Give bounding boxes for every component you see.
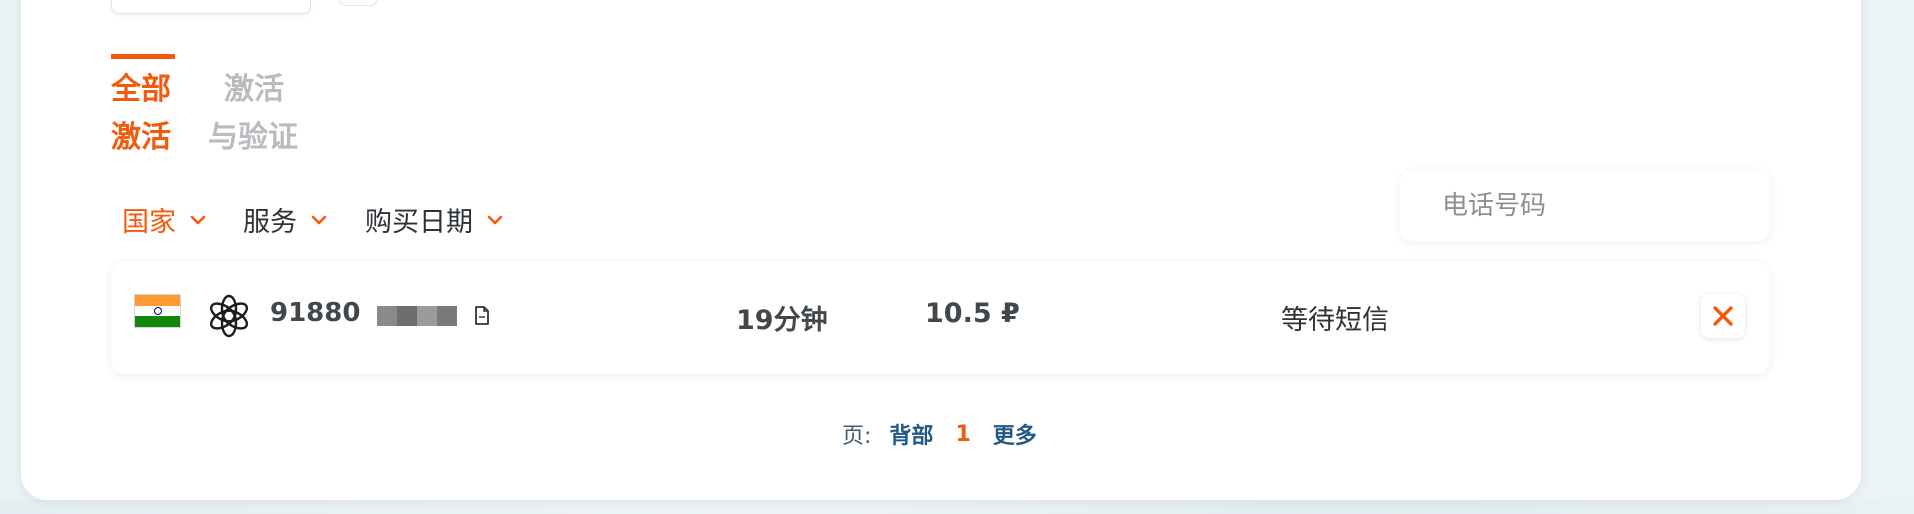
tab-all-label-line1: 全部 [111,72,171,107]
pagination-back-link[interactable]: 背部 [889,418,933,450]
chevron-down-icon [190,215,206,225]
cancel-activation-button[interactable] [1701,294,1745,338]
activation-row: 918808 19分钟 10.5 ₽ 等待短信 [111,262,1770,374]
phone-number-mask [377,306,457,326]
filter-purchase-date-label: 购买日期 [365,207,473,238]
active-tab-underline [111,54,175,59]
activation-price: 10.5 ₽ [925,298,1020,329]
filter-purchase-date[interactable]: 购买日期 [365,200,503,239]
pagination: 页: 背部 1 更多 [842,418,1037,450]
tab-all-activations[interactable]: 全部 激活 [111,54,175,162]
tab-all-label-line2: 激活 [111,120,171,155]
phone-number-input[interactable] [1440,190,1744,222]
activation-status: 等待短信 [1281,305,1389,336]
filter-service[interactable]: 服务 [243,200,327,239]
pagination-current-page: 1 [955,421,971,447]
close-icon [1713,306,1733,326]
openai-logo-icon [209,294,249,338]
phone-number: 918808 [270,298,360,328]
filter-country-label: 国家 [122,207,176,238]
chevron-down-icon [487,215,503,225]
tab-activation-label-line1: 激活 [224,72,284,107]
chevron-down-icon [311,215,327,225]
copy-icon[interactable] [473,305,491,327]
pagination-label: 页: [842,424,872,449]
pagination-more-link[interactable]: 更多 [993,418,1037,450]
filter-service-label: 服务 [243,207,297,238]
top-checkbox-partial[interactable] [339,0,377,6]
phone-search-box [1400,171,1770,241]
filter-country[interactable]: 国家 [122,200,206,239]
activation-duration: 19分钟 [736,305,828,336]
india-flag-icon [134,294,181,328]
top-dropdown-partial[interactable] [111,0,311,14]
tab-activation-label-line2: 与验证 [208,120,298,155]
page-background-strip [0,500,1914,514]
